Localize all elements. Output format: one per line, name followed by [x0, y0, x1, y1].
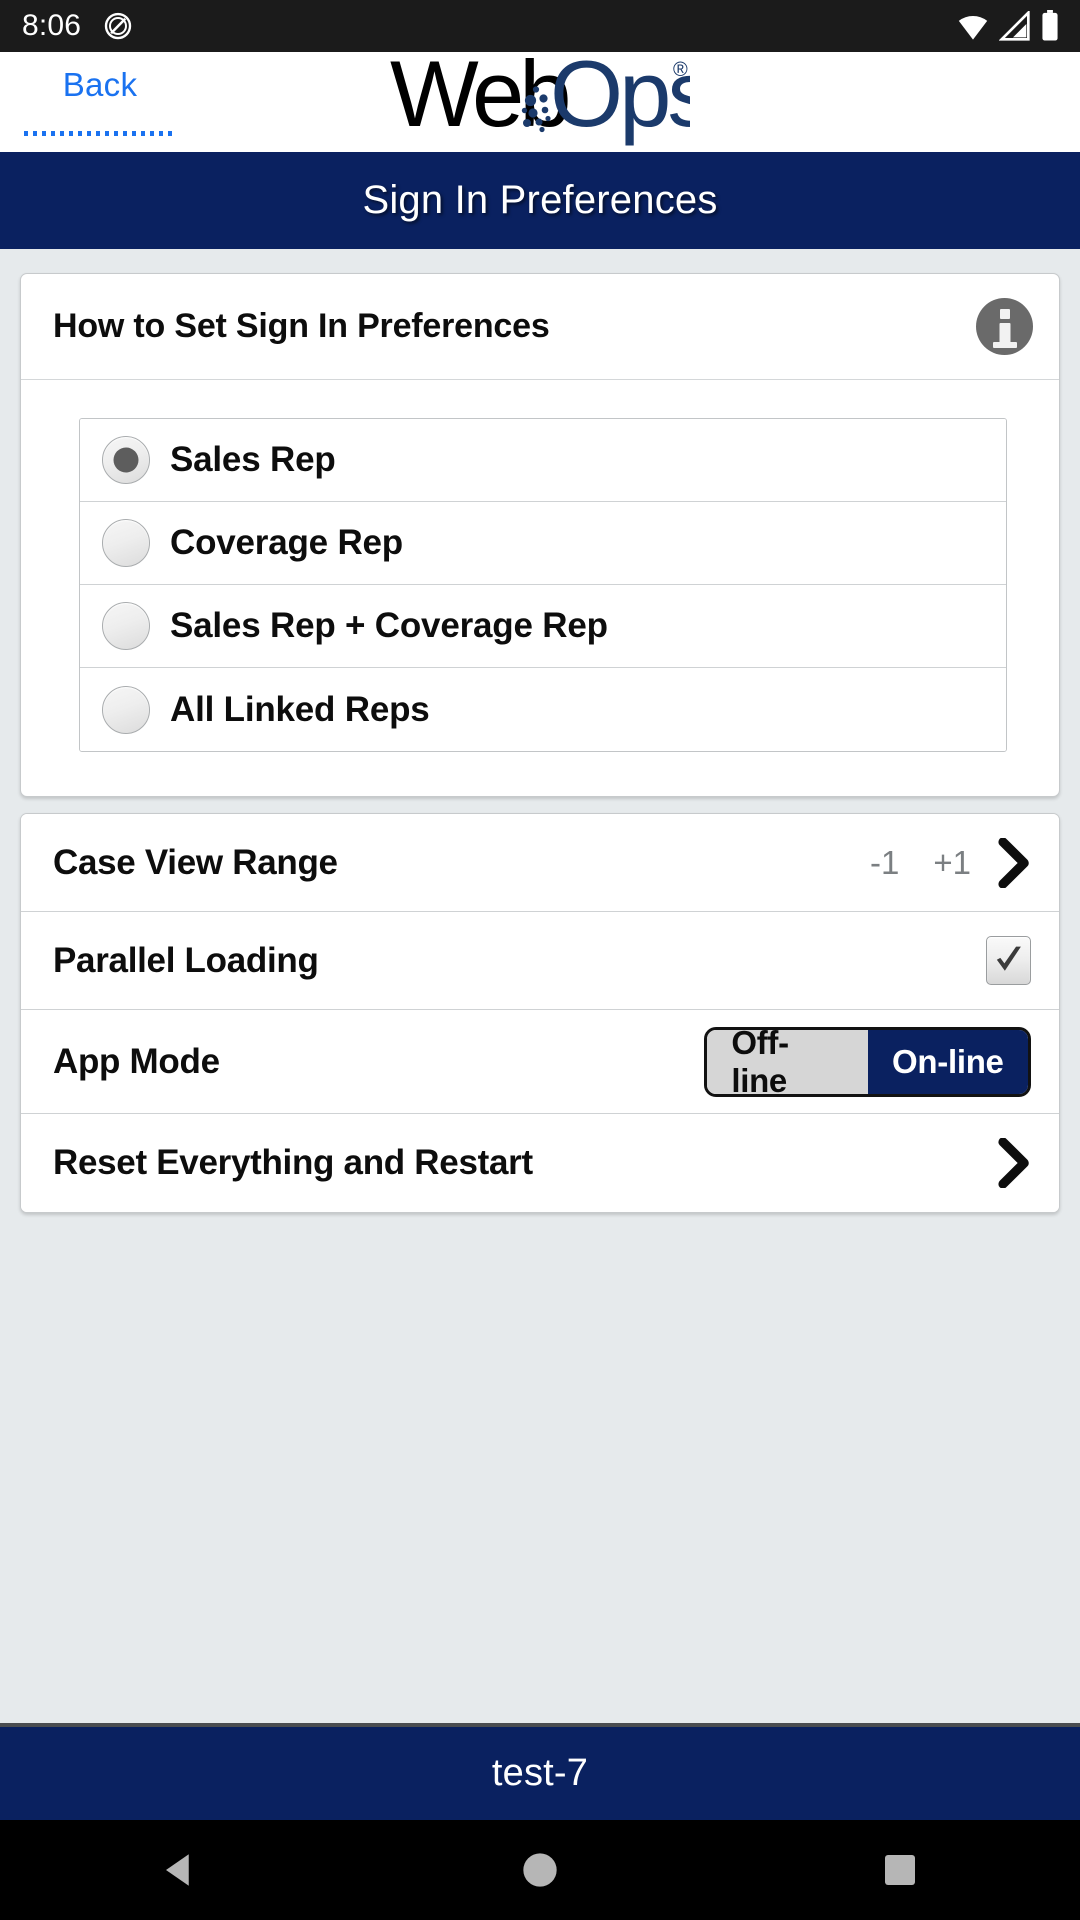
page-content: How to Set Sign In Preferences Sales Rep… — [0, 249, 1080, 1823]
setting-value-group — [971, 1138, 1031, 1188]
card-heading: How to Set Sign In Preferences — [53, 307, 550, 345]
nav-back-triangle-icon[interactable] — [120, 1849, 240, 1891]
app-header: Back Web Ops ® — [0, 50, 1080, 152]
parallel-loading-checkbox[interactable] — [986, 936, 1031, 985]
case-view-range-max-value: +1 — [933, 843, 971, 881]
status-bar-indicators — [956, 10, 1060, 42]
setting-value-group: -1 +1 — [836, 837, 1031, 888]
app-mode-segmented-control[interactable]: Off-line On-line — [704, 1026, 1031, 1097]
radio-button-icon[interactable] — [102, 685, 150, 734]
nav-recents-square-icon[interactable] — [840, 1852, 960, 1888]
info-icon[interactable] — [976, 298, 1033, 355]
radio-option-label: Sales Rep + Coverage Rep — [170, 606, 608, 645]
how-to-set-header-row[interactable]: How to Set Sign In Preferences — [21, 274, 1059, 380]
chevron-right-icon[interactable] — [997, 837, 1031, 888]
app-mode-option-online[interactable]: On-line — [867, 1029, 1029, 1094]
case-view-range-min-value: -1 — [870, 843, 900, 881]
radio-option-coverage-rep[interactable]: Coverage Rep — [80, 502, 1006, 585]
webops-logo: Web Ops ® — [390, 50, 690, 146]
card-spacer — [20, 797, 1060, 813]
sign-in-mode-radio-group: Sales Rep Coverage Rep Sales Rep + Cover… — [79, 418, 1007, 752]
svg-text:Ops: Ops — [550, 50, 690, 146]
radio-option-sales-rep-plus-coverage-rep[interactable]: Sales Rep + Coverage Rep — [80, 585, 1006, 668]
footer-bar: test-7 — [0, 1723, 1080, 1820]
radio-button-icon[interactable] — [102, 519, 150, 567]
setting-value-group: Off-line On-line — [704, 1026, 1031, 1097]
setting-label: Reset Everything and Restart — [53, 1143, 533, 1182]
page-title: Sign In Preferences — [362, 178, 718, 222]
radio-button-selected-icon[interactable] — [102, 436, 150, 484]
back-underline-decoration — [24, 131, 176, 136]
setting-label: App Mode — [53, 1041, 220, 1081]
nav-home-circle-icon[interactable] — [480, 1850, 600, 1890]
wifi-icon — [956, 11, 990, 41]
setting-value-group — [986, 936, 1031, 985]
svg-text:®: ® — [673, 59, 688, 81]
radio-option-all-linked-reps[interactable]: All Linked Reps — [80, 668, 1006, 751]
setting-row-case-view-range[interactable]: Case View Range -1 +1 — [21, 814, 1059, 912]
setting-row-reset-everything-and-restart[interactable]: Reset Everything and Restart — [21, 1114, 1059, 1212]
chevron-right-icon[interactable] — [997, 1138, 1031, 1188]
status-bar-clock: 8:06 — [22, 9, 82, 42]
cellular-signal-icon — [999, 11, 1031, 41]
sign-in-preferences-card: How to Set Sign In Preferences Sales Rep… — [20, 273, 1060, 797]
radio-button-icon[interactable] — [102, 602, 150, 650]
radio-group-container: Sales Rep Coverage Rep Sales Rep + Cover… — [21, 380, 1059, 796]
setting-row-parallel-loading[interactable]: Parallel Loading — [21, 912, 1059, 1010]
radio-option-label: All Linked Reps — [170, 689, 430, 729]
android-navigation-bar — [0, 1820, 1080, 1920]
radio-option-label: Sales Rep — [170, 440, 336, 479]
page-title-bar: Sign In Preferences — [0, 152, 1080, 249]
status-bar: 8:06 — [0, 0, 1080, 52]
settings-list-card: Case View Range -1 +1 Parallel Loading A… — [20, 813, 1060, 1213]
setting-row-app-mode[interactable]: App Mode Off-line On-line — [21, 1010, 1059, 1114]
radio-option-sales-rep[interactable]: Sales Rep — [80, 419, 1006, 502]
back-button-label: Back — [62, 66, 138, 103]
radio-option-label: Coverage Rep — [170, 523, 403, 562]
footer-label: test-7 — [491, 1752, 589, 1794]
battery-full-icon — [1040, 10, 1060, 42]
setting-label: Parallel Loading — [53, 940, 319, 980]
back-button[interactable]: Back — [24, 68, 176, 136]
setting-label: Case View Range — [53, 842, 338, 882]
app-mode-option-offline[interactable]: Off-line — [707, 1029, 868, 1094]
do-not-disturb-icon — [103, 11, 133, 41]
